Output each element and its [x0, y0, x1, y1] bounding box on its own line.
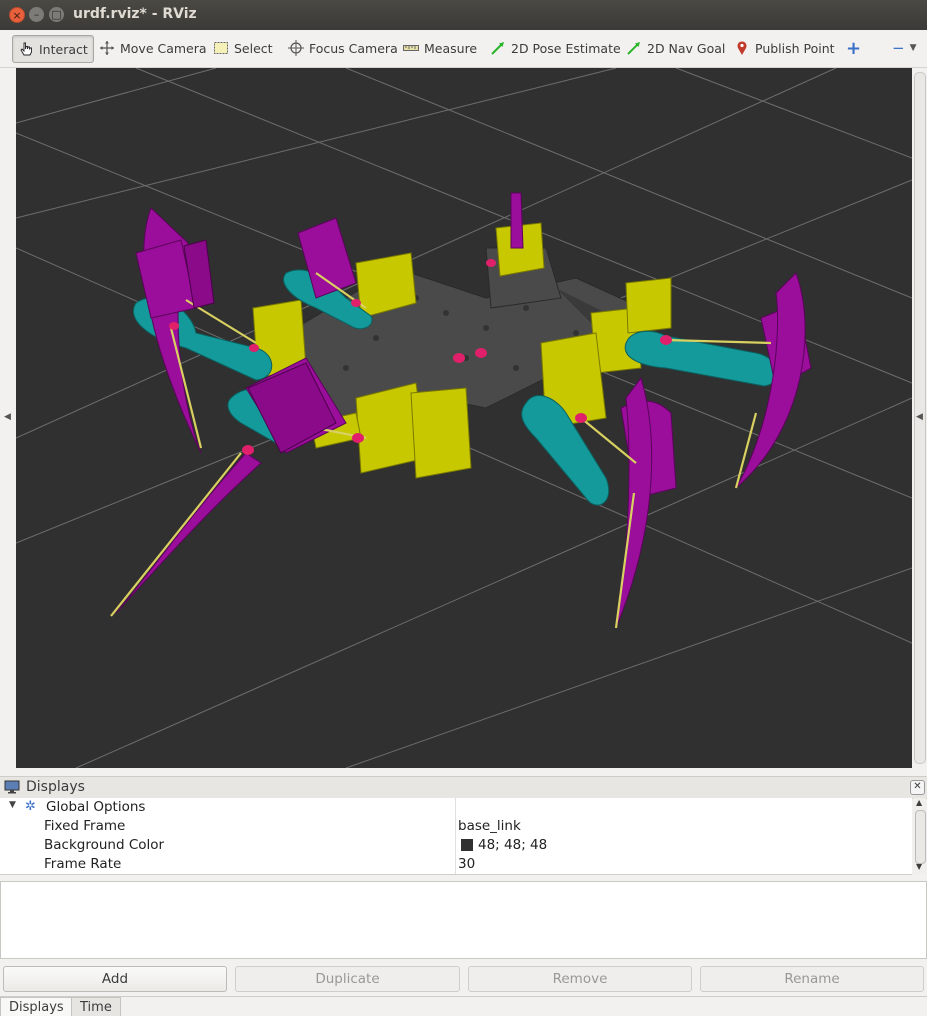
background-color-value[interactable]: 48; 48; 48	[478, 837, 547, 853]
pose-estimate-tool-button[interactable]: 2D Pose Estimate	[490, 35, 621, 61]
interact-label: Interact	[39, 41, 88, 57]
color-swatch[interactable]	[461, 839, 473, 851]
property-description-box	[0, 881, 927, 959]
remove-tool-label: −	[892, 39, 905, 57]
map-pin-icon	[734, 40, 750, 56]
title-bar: × – □ urdf.rviz* - RViz	[0, 0, 927, 30]
measure-label: Measure	[424, 40, 478, 56]
collapse-right-arrow-icon[interactable]: ◀	[916, 412, 923, 422]
focus-camera-tool-button[interactable]: Focus Camera	[288, 35, 398, 61]
green-arrow-icon	[626, 40, 642, 56]
gear-icon: ✲	[25, 799, 36, 814]
fixed-frame-value[interactable]: base_link	[458, 818, 521, 834]
measure-tool-button[interactable]: Measure	[403, 35, 477, 61]
property-row[interactable]: Frame Rate 30	[0, 855, 912, 874]
select-box-icon	[213, 40, 229, 56]
add-display-button[interactable]: Add	[3, 966, 227, 992]
monitor-icon	[4, 780, 20, 798]
duplicate-display-button[interactable]: Duplicate	[235, 966, 460, 992]
property-row[interactable]: Fixed Frame base_link	[0, 817, 912, 836]
nav-goal-label: 2D Nav Goal	[647, 40, 726, 56]
focus-camera-label: Focus Camera	[309, 40, 398, 56]
displays-panel-header: Displays ✕	[0, 776, 927, 799]
publish-point-tool-button[interactable]: Publish Point	[734, 35, 835, 61]
window-title: urdf.rviz* - RViz	[73, 6, 197, 22]
tab-time[interactable]: Time	[71, 997, 121, 1016]
select-label: Select	[234, 40, 273, 56]
scroll-up-icon[interactable]: ▲	[916, 798, 922, 807]
rename-display-button[interactable]: Rename	[700, 966, 924, 992]
move-camera-icon	[99, 40, 115, 56]
remove-tool-button[interactable]: − ▼	[892, 35, 917, 61]
focus-crosshair-icon	[288, 40, 304, 56]
collapse-left-arrow-icon[interactable]: ◀	[4, 412, 11, 422]
pose-estimate-label: 2D Pose Estimate	[511, 40, 621, 56]
render-viewport[interactable]	[16, 68, 912, 768]
move-camera-label: Move Camera	[120, 40, 207, 56]
tool-bar: Interact Move Camera Select Focus Camera…	[0, 30, 927, 68]
green-arrow-icon	[490, 40, 506, 56]
background-color-label: Background Color	[44, 837, 165, 853]
bottom-tabs: Displays Time	[0, 996, 927, 1016]
add-tool-button[interactable]: +	[846, 35, 861, 61]
ruler-icon	[403, 40, 419, 56]
tab-displays[interactable]: Displays	[0, 997, 73, 1016]
move-camera-tool-button[interactable]: Move Camera	[99, 35, 207, 61]
expand-arrow-icon[interactable]: ▼	[9, 800, 16, 810]
select-tool-button[interactable]: Select	[213, 35, 273, 61]
minimize-window-button[interactable]: –	[29, 7, 44, 22]
remove-display-button[interactable]: Remove	[468, 966, 692, 992]
robot-3d-scene	[16, 68, 912, 768]
displays-panel-title: Displays	[26, 779, 85, 795]
hand-pointer-icon	[18, 41, 34, 57]
chevron-down-icon: ▼	[909, 43, 917, 53]
column-divider[interactable]	[455, 798, 456, 874]
global-options-row[interactable]: ▼ ✲ Global Options	[0, 798, 912, 817]
tree-scroll-thumb[interactable]	[915, 810, 926, 864]
publish-point-label: Publish Point	[755, 40, 835, 56]
close-window-button[interactable]: ×	[9, 7, 25, 23]
fixed-frame-label: Fixed Frame	[44, 818, 126, 834]
property-row[interactable]: Background Color 48; 48; 48	[0, 836, 912, 855]
interact-tool-button[interactable]: Interact	[12, 35, 94, 63]
nav-goal-tool-button[interactable]: 2D Nav Goal	[626, 35, 725, 61]
frame-rate-label: Frame Rate	[44, 856, 122, 872]
frame-rate-value[interactable]: 30	[458, 856, 475, 872]
global-options-label: Global Options	[46, 799, 146, 815]
maximize-window-button[interactable]: □	[49, 7, 64, 22]
displays-tree: ▼ ✲ Global Options Fixed Frame base_link…	[0, 798, 912, 875]
close-panel-button[interactable]: ✕	[910, 780, 925, 795]
